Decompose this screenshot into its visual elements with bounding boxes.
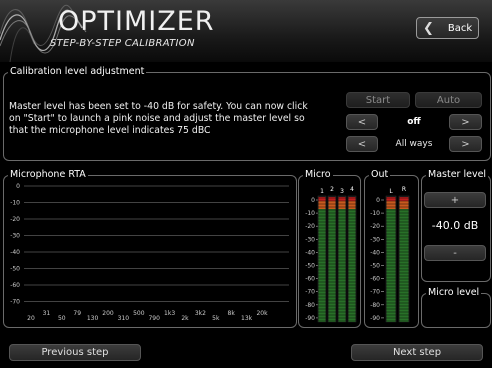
micro-meter: 0 -10 -20 -30 -40 -50 -60 -70 -80 -90 1 2 3 4 <box>305 186 357 323</box>
rta-y-tick-label: -10 <box>10 200 20 207</box>
rta-x-tick-label: 8k <box>228 310 236 317</box>
out-meter: 0 -10 -20 -30 -40 -50 -60 -70 -80 -90 L R <box>370 186 410 323</box>
rta-y-tick-label: -70 <box>10 299 20 306</box>
micro-meter-scale-label: -20 <box>305 223 315 230</box>
meter-green-zone <box>386 209 396 322</box>
meter-red-zone <box>328 197 336 201</box>
out-meter-channel-label: R <box>402 186 406 193</box>
out-meter-scale-label: -30 <box>370 236 380 243</box>
meter-green-zone <box>338 209 346 322</box>
micro-meter-channel-label: 3 <box>340 188 344 195</box>
rta-x-tick-label: 130 <box>87 315 99 322</box>
micro-meter-scale-label: -50 <box>305 263 315 270</box>
micro-meter-scale-label: -40 <box>305 249 315 256</box>
rta-y-tick-label: -50 <box>10 266 20 273</box>
rta-x-tick-label: 200 <box>102 310 114 317</box>
out-meter-scale-label: -50 <box>370 263 380 270</box>
meters-overlay: 0-10-20-30-40-50-60-7020 50 130 310 790 2k 5k 1… <box>10 183 410 323</box>
rta-x-tick-label: 20 <box>27 315 35 322</box>
micro-meter-channel-label: 2 <box>330 186 334 193</box>
micro-meter-scale-label: -70 <box>305 289 315 296</box>
rta-x-tick-label: 20k <box>256 310 268 317</box>
rta-y-tick-label: -40 <box>10 249 20 256</box>
rta-x-tick-label: 1k3 <box>164 310 175 317</box>
out-meter-channel-label: L <box>389 188 393 195</box>
meter-green-zone <box>328 209 336 322</box>
out-meter-scale-label: -10 <box>370 210 380 217</box>
out-meter-scale-label: -80 <box>370 302 380 309</box>
meter-red-zone <box>399 197 409 201</box>
meter-orange-zone <box>338 201 346 209</box>
out-meter-scale-label: 0 <box>376 197 380 204</box>
rta-x-tick-label: 310 <box>118 315 130 322</box>
rta-x-tick-label: 790 <box>148 315 160 322</box>
previous-step-button[interactable]: Previous step <box>9 344 141 361</box>
rta-x-tick-label: 2k <box>181 315 189 322</box>
micro-meter-scale-label: -30 <box>305 236 315 243</box>
rta-x-tick-label: 3k2 <box>195 310 206 317</box>
micro-meter-scale-label: -10 <box>305 210 315 217</box>
meter-red-zone <box>386 197 396 201</box>
master-level-up-button[interactable]: + <box>424 192 486 208</box>
micro-meter-scale-label: -80 <box>305 302 315 309</box>
rta-y-tick-label: -30 <box>10 233 20 240</box>
out-meter-scale-label: -40 <box>370 249 380 256</box>
rta-x-tick-label: 31 <box>43 310 51 317</box>
meter-orange-zone <box>328 201 336 209</box>
meter-red-zone <box>348 197 356 201</box>
meter-green-zone <box>318 209 326 322</box>
meter-green-zone <box>348 209 356 322</box>
rta-chart: 0 -10 -20 -30 -40 -50 -60 -70 20 50 130 310 790 2k 5k 1… <box>10 183 289 322</box>
meter-orange-zone <box>348 201 356 209</box>
micro-meter-channel-label: 4 <box>350 186 354 193</box>
rta-y-tick-label: 0 <box>16 183 20 190</box>
meter-orange-zone <box>386 201 396 209</box>
rta-x-tick-label: 79 <box>73 310 81 317</box>
rta-x-tick-label: 500 <box>133 310 145 317</box>
micro-meter-scale-label: 0 <box>311 197 315 204</box>
micro-meter-scale-label: -90 <box>305 315 315 322</box>
rta-x-tick-label: 50 <box>58 315 66 322</box>
out-meter-scale-label: -60 <box>370 276 380 283</box>
meter-orange-zone <box>399 201 409 209</box>
meter-green-zone <box>399 209 409 322</box>
next-step-button[interactable]: Next step <box>351 344 483 361</box>
out-meter-scale-label: -70 <box>370 289 380 296</box>
rta-y-tick-label: -60 <box>10 282 20 289</box>
rta-y-tick-label: -20 <box>10 216 20 223</box>
meter-red-zone <box>318 197 326 201</box>
micro-meter-scale-label: -60 <box>305 276 315 283</box>
meter-orange-zone <box>318 201 326 209</box>
micro-meter-channel-label: 1 <box>320 188 324 195</box>
out-meter-scale-label: -20 <box>370 223 380 230</box>
master-level-down-button[interactable]: - <box>424 245 486 261</box>
rta-x-tick-label: 13k <box>241 315 253 322</box>
master-level-value: -40.0 dB <box>431 219 479 232</box>
out-meter-scale-label: -90 <box>370 315 380 322</box>
rta-x-tick-label: 5k <box>212 315 220 322</box>
meter-red-zone <box>338 197 346 201</box>
